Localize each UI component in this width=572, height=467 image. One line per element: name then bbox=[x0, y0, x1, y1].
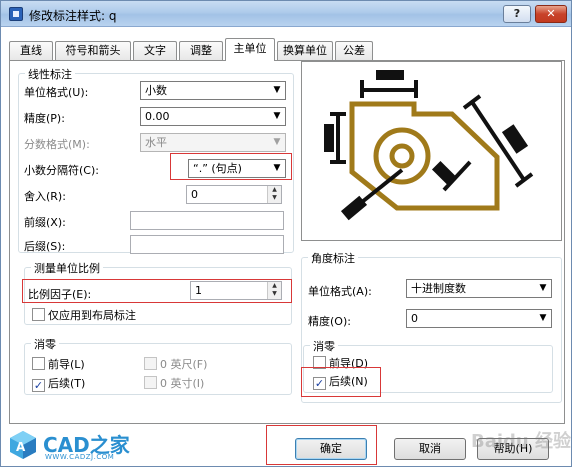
checkbox-box bbox=[144, 376, 157, 389]
angular-unit-format-label: 单位格式(A): bbox=[308, 285, 372, 298]
app-icon bbox=[9, 7, 23, 21]
suffix-input[interactable] bbox=[130, 235, 284, 254]
checkbox-box bbox=[144, 357, 157, 370]
help-title-button[interactable]: ? bbox=[503, 5, 531, 23]
svg-text:A: A bbox=[16, 440, 26, 454]
angular-precision-label: 精度(O): bbox=[308, 315, 351, 328]
precision-label: 精度(P): bbox=[24, 112, 65, 125]
feet-zero-checkbox: 0 英尺(F) bbox=[144, 356, 207, 372]
tab-fit[interactable]: 调整 bbox=[179, 41, 223, 60]
chevron-down-icon: ▼ bbox=[539, 283, 547, 293]
prefix-label: 前缀(X): bbox=[24, 216, 66, 229]
preview-circle-inner bbox=[389, 143, 415, 169]
scale-group-title: 测量单位比例 bbox=[31, 260, 103, 276]
zero-suppression-title: 消零 bbox=[31, 336, 59, 352]
unit-format-label: 单位格式(U): bbox=[24, 86, 89, 99]
window-title: 修改标注样式: q bbox=[29, 9, 117, 23]
decimal-separator-select[interactable]: “.” (句点) ▼ bbox=[188, 159, 286, 178]
logo-mark-icon: A bbox=[10, 431, 36, 459]
chevron-down-icon: ▼ bbox=[539, 313, 547, 323]
unit-format-select[interactable]: 小数 ▼ bbox=[140, 81, 286, 100]
tab-text[interactable]: 文字 bbox=[133, 41, 177, 60]
tab-strip: 直线 符号和箭头 文字 调整 主单位 换算单位 公差 bbox=[9, 38, 565, 61]
cancel-button[interactable]: 取消 bbox=[394, 438, 466, 460]
checkmark-icon[interactable]: ✓ bbox=[313, 377, 326, 390]
round-off-label: 舍入(R): bbox=[24, 190, 66, 203]
chevron-down-icon: ▼ bbox=[273, 85, 281, 95]
spinner-arrows-icon[interactable]: ▲ ▼ bbox=[267, 186, 281, 203]
checkbox-box[interactable] bbox=[32, 357, 45, 370]
checkbox-box[interactable] bbox=[32, 308, 45, 321]
preview-text-top bbox=[376, 70, 404, 80]
trailing-zero-checkbox[interactable]: ✓ 后续(T) bbox=[32, 375, 85, 392]
tab-alternate-units[interactable]: 换算单位 bbox=[277, 41, 333, 60]
close-button[interactable]: ✕ bbox=[535, 5, 567, 23]
decimal-separator-label: 小数分隔符(C): bbox=[24, 164, 99, 177]
suffix-label: 后缀(S): bbox=[24, 240, 66, 253]
angular-group-title: 角度标注 bbox=[308, 250, 358, 266]
leading-zero-checkbox[interactable]: 前导(L) bbox=[32, 356, 85, 372]
angular-precision-select[interactable]: 0 ▼ bbox=[406, 309, 552, 328]
preview-circle-outer bbox=[373, 127, 431, 185]
tab-symbols-arrows[interactable]: 符号和箭头 bbox=[55, 41, 131, 60]
title-bar: 修改标注样式: q ? ✕ bbox=[1, 1, 571, 27]
preview-text-left bbox=[324, 124, 334, 152]
fraction-format-label: 分数格式(M): bbox=[24, 138, 90, 151]
inches-zero-checkbox: 0 英寸(I) bbox=[144, 375, 204, 391]
watermark: Baidu 经验 bbox=[471, 431, 572, 452]
layout-only-checkbox[interactable]: 仅应用到布局标注 bbox=[32, 307, 136, 323]
logo-url: WWW.CADZJ.COM bbox=[45, 453, 115, 461]
dimension-preview bbox=[301, 61, 562, 241]
precision-select[interactable]: 0.00 ▼ bbox=[140, 107, 286, 126]
spinner-arrows-icon[interactable]: ▲ ▼ bbox=[267, 282, 281, 299]
cadzj-logo: A CAD之家 WWW.CADZJ.COM bbox=[7, 429, 147, 465]
ok-button[interactable]: 确定 bbox=[295, 438, 367, 460]
tab-tolerances[interactable]: 公差 bbox=[335, 41, 373, 60]
round-off-spinner[interactable]: 0 ▲ ▼ bbox=[186, 185, 282, 204]
angular-unit-format-select[interactable]: 十进制度数 ▼ bbox=[406, 279, 552, 298]
checkbox-box[interactable] bbox=[313, 356, 326, 369]
scale-factor-spinner[interactable]: 1 ▲ ▼ bbox=[190, 281, 282, 300]
angular-trailing-checkbox[interactable]: ✓ 后续(N) bbox=[313, 373, 368, 390]
scale-factor-label: 比例因子(E): bbox=[28, 288, 92, 301]
checkmark-icon[interactable]: ✓ bbox=[32, 379, 45, 392]
tab-primary-units[interactable]: 主单位 bbox=[225, 38, 275, 61]
linear-group-title: 线性标注 bbox=[25, 66, 75, 82]
angular-leading-checkbox[interactable]: 前导(D) bbox=[313, 355, 368, 371]
preview-drawing bbox=[324, 70, 534, 221]
chevron-down-icon: ▼ bbox=[273, 137, 281, 147]
tab-lines[interactable]: 直线 bbox=[9, 41, 53, 60]
chevron-down-icon: ▼ bbox=[273, 163, 281, 173]
prefix-input[interactable] bbox=[130, 211, 284, 230]
angular-zero-title: 消零 bbox=[310, 338, 338, 354]
fraction-format-select: 水平 ▼ bbox=[140, 133, 286, 152]
dialog-window: 修改标注样式: q ? ✕ 直线 符号和箭头 文字 调整 主单位 换算单位 公差… bbox=[0, 0, 572, 467]
tab-panel: 线性标注 单位格式(U): 小数 ▼ 精度(P): 0.00 ▼ 分数格式(M): … bbox=[9, 60, 565, 424]
chevron-down-icon: ▼ bbox=[273, 111, 281, 121]
